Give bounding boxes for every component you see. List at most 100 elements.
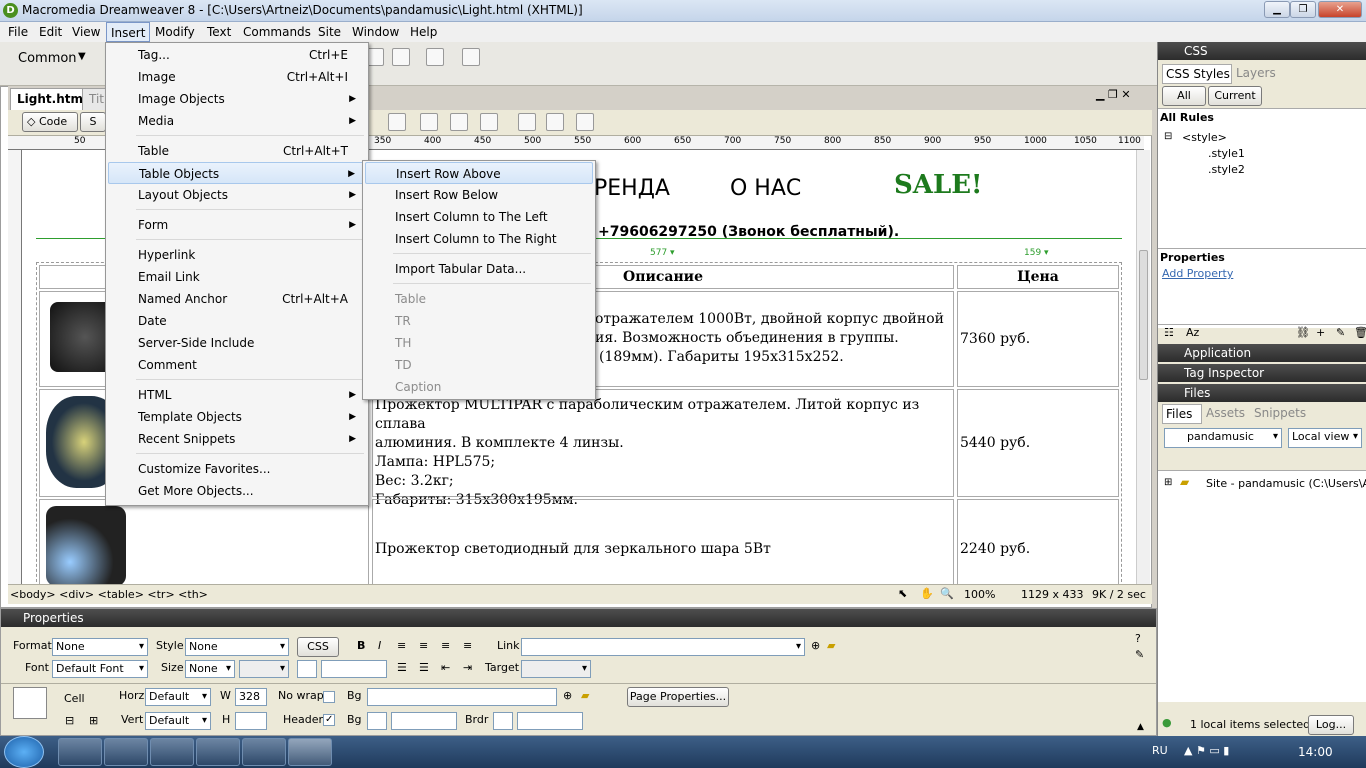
menu-item-comment[interactable]: Comment <box>108 354 366 376</box>
view-select[interactable]: Local view <box>1288 428 1362 448</box>
menu-item-media[interactable]: Media ▶ <box>108 110 366 132</box>
menu-insert[interactable]: Insert <box>106 22 151 42</box>
window-size[interactable]: 1129 x 433 <box>1021 588 1084 601</box>
menu-item-date[interactable]: Date <box>108 310 366 332</box>
log-button[interactable]: Log... <box>1308 715 1354 735</box>
start-button[interactable] <box>4 736 44 768</box>
expand-arrow-icon[interactable]: ▲ <box>1137 719 1144 735</box>
nav-link-about[interactable]: О НАС <box>730 176 801 201</box>
width-input[interactable]: 328 <box>235 688 267 706</box>
align-right-icon[interactable]: ≡ <box>441 638 450 654</box>
taskbar-media-player-icon[interactable] <box>104 738 148 766</box>
justify-icon[interactable]: ≡ <box>463 638 472 654</box>
menu-item-layout-objects[interactable]: Layout Objects ▶ <box>108 184 366 206</box>
height-input[interactable] <box>235 712 267 730</box>
zoom-tool-icon[interactable]: 🔍 <box>940 587 954 600</box>
align-left-icon[interactable]: ≡ <box>397 638 406 654</box>
menu-item-hyperlink[interactable]: Hyperlink <box>108 244 366 266</box>
style2-rule[interactable]: .style2 <box>1208 163 1245 176</box>
tag-selector[interactable]: <body> <div> <table> <tr> <th> <box>10 588 208 601</box>
tab-css-styles[interactable]: CSS Styles <box>1162 64 1232 84</box>
format-select[interactable]: None <box>52 638 148 656</box>
indent-icon[interactable]: ⇥ <box>463 660 472 676</box>
document-scrollbar[interactable] <box>1136 150 1150 584</box>
nav-link-arenda[interactable]: РЕНДА <box>594 176 670 201</box>
category-dropdown-icon[interactable]: ▼ <box>78 51 86 62</box>
menu-modify[interactable]: Modify <box>151 22 199 42</box>
bg-color-input[interactable] <box>391 712 457 730</box>
align-center-icon[interactable]: ≡ <box>419 638 428 654</box>
menu-view[interactable]: View <box>68 22 104 42</box>
merge-cells-icon[interactable]: ⊟ <box>65 713 74 729</box>
expand-site-icon[interactable]: ⊞ <box>1164 477 1172 488</box>
menu-item-insert-column-right[interactable]: Insert Column to The Right <box>365 228 593 250</box>
template-objects-icon[interactable] <box>426 48 444 66</box>
unordered-list-icon[interactable]: ☰ <box>397 660 407 676</box>
ordered-list-icon[interactable]: ☰ <box>419 660 429 676</box>
tray-icons[interactable]: ▲ ⚑ ▭ ▮ <box>1184 744 1229 757</box>
files-panel-header[interactable]: Files <box>1158 384 1366 402</box>
product-price-1[interactable]: 7360 руб. <box>957 291 1119 387</box>
menu-item-image[interactable]: Image Ctrl+Alt+I <box>108 66 366 88</box>
sync-icon[interactable] <box>450 113 468 131</box>
menu-item-table-objects[interactable]: Table Objects ▶ <box>108 162 366 184</box>
border-color-picker[interactable] <box>493 712 513 730</box>
menu-site[interactable]: Site <box>314 22 345 42</box>
category-view-icon[interactable]: ☷ <box>1164 326 1174 339</box>
horz-select[interactable]: Default <box>145 688 211 706</box>
menu-item-insert-row-below[interactable]: Insert Row Below <box>365 184 593 206</box>
vert-select[interactable]: Default <box>145 712 211 730</box>
visual-aids-icon[interactable] <box>576 113 594 131</box>
insert-category[interactable]: Common <box>18 51 77 66</box>
css-current-button[interactable]: Current <box>1208 86 1262 106</box>
delete-rule-icon[interactable]: 🗑 <box>1354 326 1366 339</box>
style-select[interactable]: None <box>185 638 289 656</box>
header-checkbox[interactable]: ✓ <box>323 714 335 726</box>
text-color-picker[interactable] <box>297 660 317 678</box>
style-node[interactable]: <style> <box>1182 131 1227 144</box>
taskbar-word-icon[interactable] <box>242 738 286 766</box>
validate-icon[interactable] <box>388 113 406 131</box>
bg-point-to-file-icon[interactable]: ⊕ <box>563 688 572 704</box>
view-options-icon[interactable] <box>546 113 564 131</box>
menu-text[interactable]: Text <box>203 22 235 42</box>
file-management-icon[interactable] <box>420 113 438 131</box>
application-panel-header[interactable]: Application <box>1158 344 1366 362</box>
help-icon[interactable]: ? <box>1135 631 1141 647</box>
menu-item-get-more-objects[interactable]: Get More Objects... <box>108 480 366 502</box>
menu-item-ssi[interactable]: Server-Side Include <box>108 332 366 354</box>
italic-button[interactable]: I <box>378 638 381 654</box>
bg-image-input[interactable] <box>367 688 557 706</box>
menu-item-tag[interactable]: Tag... Ctrl+E <box>108 44 366 66</box>
style1-rule[interactable]: .style1 <box>1208 147 1245 160</box>
language-indicator[interactable]: RU <box>1152 744 1168 757</box>
split-view-button[interactable]: S <box>80 112 106 132</box>
product-desc-2[interactable]: Прожектор MULTIPAR с параболическим отра… <box>372 389 954 508</box>
border-color-input[interactable] <box>517 712 583 730</box>
properties-header[interactable]: Properties <box>1 609 1156 627</box>
outdent-icon[interactable]: ⇤ <box>441 660 450 676</box>
attach-stylesheet-icon[interactable]: ⛓ <box>1296 326 1310 339</box>
product-price-3[interactable]: 2240 руб. <box>957 499 1119 584</box>
css-panel-header[interactable]: CSS <box>1158 42 1366 60</box>
product-price-2[interactable]: 5440 руб. <box>957 389 1119 497</box>
add-property-link[interactable]: Add Property <box>1162 267 1233 280</box>
menu-commands[interactable]: Commands <box>239 22 315 42</box>
edit-style-icon[interactable]: ✎ <box>1336 326 1345 339</box>
refresh-icon[interactable] <box>518 113 536 131</box>
comment-icon[interactable] <box>392 48 410 66</box>
alpha-view-icon[interactable]: Az <box>1186 326 1199 339</box>
tag-inspector-panel-header[interactable]: Tag Inspector <box>1158 364 1366 382</box>
menu-item-table[interactable]: Table Ctrl+Alt+T <box>108 140 366 162</box>
restore-button[interactable]: ❐ <box>1290 1 1316 18</box>
scrollbar-thumb[interactable] <box>1139 250 1148 380</box>
site-select[interactable]: pandamusic <box>1164 428 1282 448</box>
split-cell-icon[interactable]: ⊞ <box>89 713 98 729</box>
browse-folder-icon[interactable]: ▰ <box>827 638 835 654</box>
product-image-cell-3[interactable] <box>39 499 369 584</box>
css-button[interactable]: CSS <box>297 637 339 657</box>
tab-files[interactable]: Files <box>1162 404 1202 424</box>
doc-window-controls[interactable]: ▁ ❐ ✕ <box>1096 88 1131 101</box>
clock[interactable]: 14:00 <box>1298 745 1333 759</box>
new-rule-icon[interactable]: + <box>1316 326 1325 339</box>
